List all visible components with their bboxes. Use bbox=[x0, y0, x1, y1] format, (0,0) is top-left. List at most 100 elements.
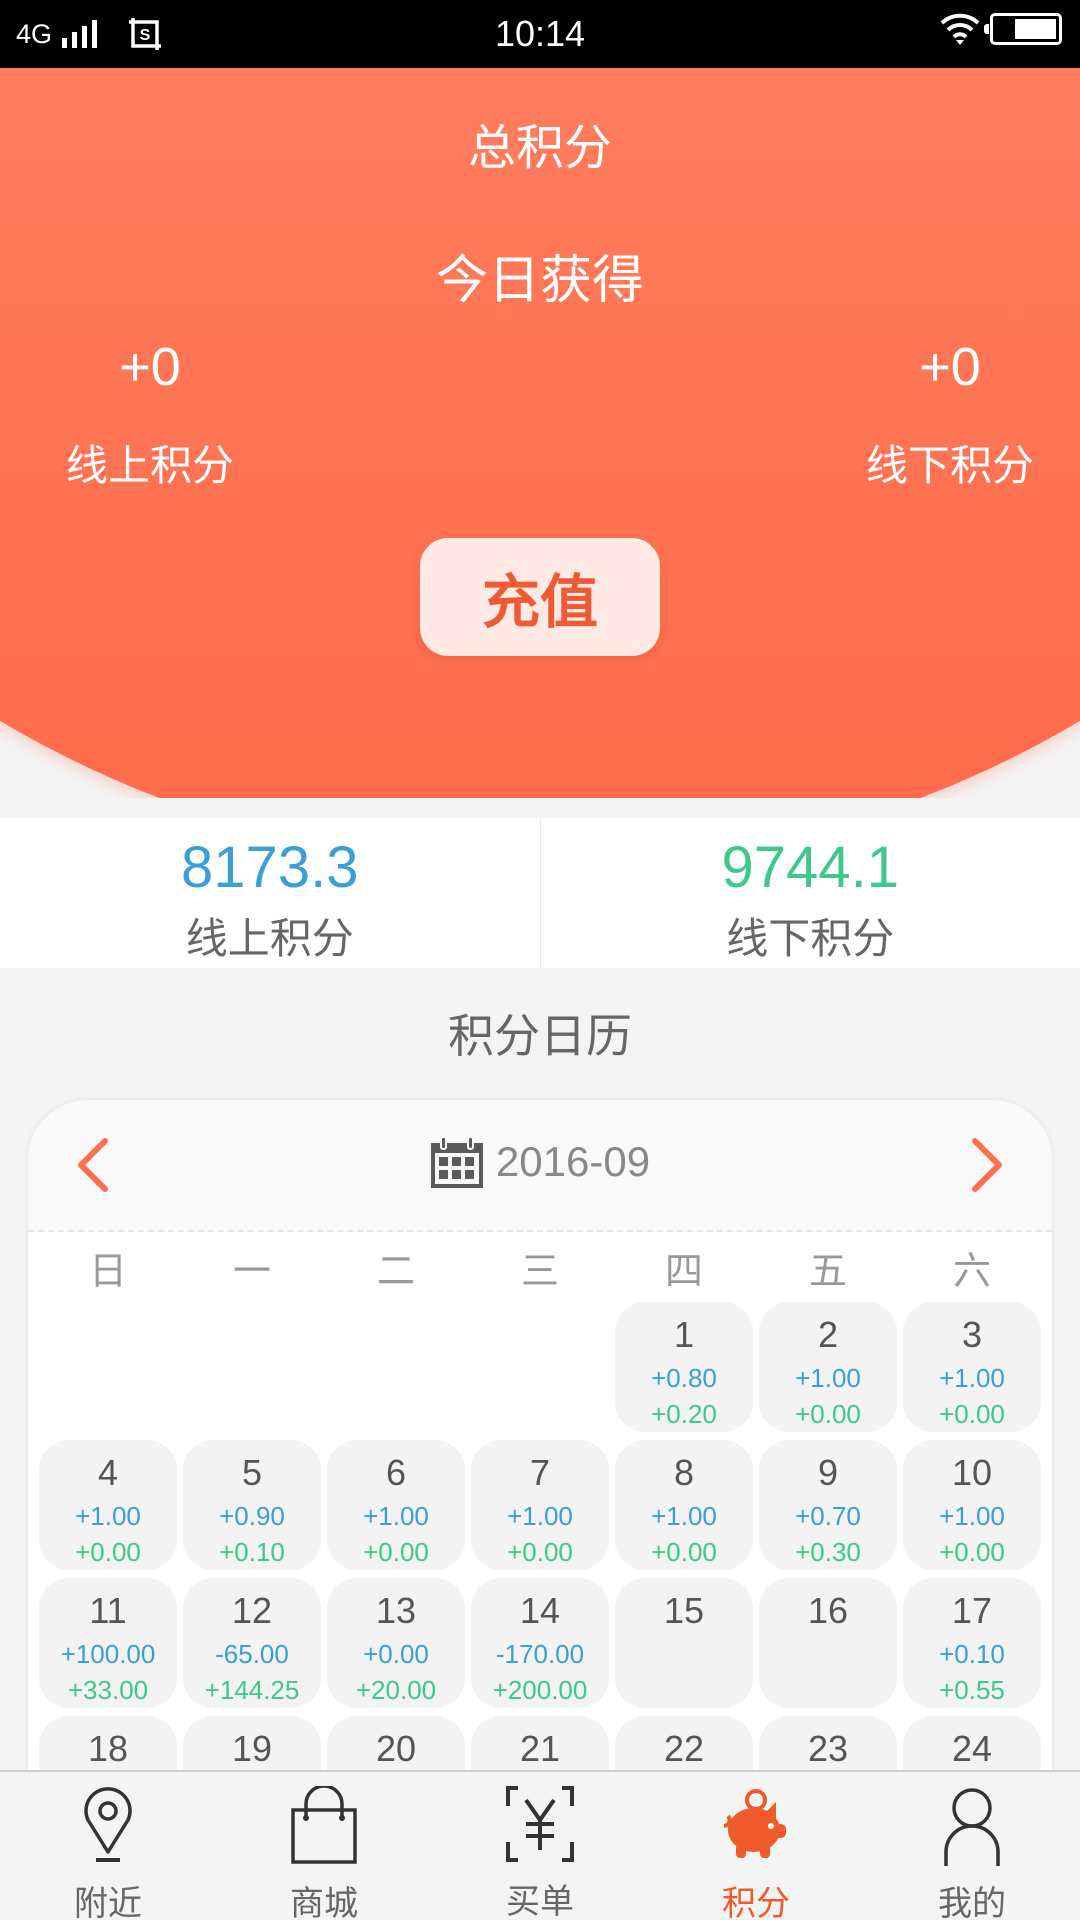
scan-yuan-icon bbox=[506, 1786, 574, 1862]
calendar-day[interactable]: 11 +100.00 +33.00 bbox=[39, 1578, 177, 1708]
day-number: 5 bbox=[241, 1452, 263, 1493]
day-online-points: +1.00 bbox=[939, 1363, 1005, 1393]
today-offline: +0 线下积分 bbox=[820, 336, 1080, 493]
points-calendar: 2016-09 日 一 二 三 四 五 六 1 +0.80 +0.20 2 +1.00 +… bbox=[28, 1100, 1052, 1800]
calendar-blank-cell bbox=[39, 1302, 177, 1432]
tab-mine[interactable]: 我的 bbox=[864, 1772, 1080, 1920]
day-number: 17 bbox=[951, 1590, 993, 1631]
day-online-points: +0.00 bbox=[363, 1639, 429, 1669]
online-points-total[interactable]: 8173.3 线上积分 bbox=[0, 818, 540, 968]
weekday-thu: 四 bbox=[664, 1250, 703, 1293]
calendar-blank-cell bbox=[183, 1302, 321, 1432]
calendar-day[interactable]: 6 +1.00 +0.00 bbox=[327, 1440, 465, 1570]
online-points-value: 8173.3 bbox=[181, 835, 359, 900]
online-points-label: 线上积分 bbox=[185, 915, 354, 962]
chevron-right-icon bbox=[972, 1138, 1002, 1192]
day-offline-points: +0.10 bbox=[219, 1537, 285, 1567]
calendar-day[interactable]: 4 +1.00 +0.00 bbox=[39, 1440, 177, 1570]
piggy-bank-icon bbox=[723, 1789, 786, 1858]
calendar-day[interactable]: 12 -65.00 +144.25 bbox=[183, 1578, 321, 1708]
weekday-sun: 日 bbox=[88, 1250, 127, 1293]
day-offline-points: +0.30 bbox=[795, 1537, 861, 1567]
day-number: 23 bbox=[807, 1728, 849, 1769]
calendar-day[interactable]: 2 +1.00 +0.00 bbox=[759, 1302, 897, 1432]
day-offline-points: +0.00 bbox=[651, 1537, 717, 1567]
calendar-day[interactable]: 15 bbox=[615, 1578, 753, 1708]
day-offline-points: +144.25 bbox=[204, 1675, 300, 1705]
day-number: 1 bbox=[673, 1314, 695, 1355]
day-number: 6 bbox=[385, 1452, 407, 1493]
calendar-day[interactable]: 9 +0.70 +0.30 bbox=[759, 1440, 897, 1570]
day-offline-points: +0.55 bbox=[939, 1675, 1005, 1705]
calendar-blank-cell bbox=[471, 1302, 609, 1432]
day-number: 15 bbox=[663, 1590, 705, 1631]
clock: 10:14 bbox=[494, 13, 586, 54]
calendar-blank-cell bbox=[327, 1302, 465, 1432]
day-number: 4 bbox=[97, 1452, 119, 1493]
day-number: 20 bbox=[375, 1728, 417, 1769]
day-offline-points: +0.00 bbox=[939, 1537, 1005, 1567]
tab-points[interactable]: 积分 bbox=[648, 1772, 864, 1920]
shopping-bag-icon bbox=[291, 1786, 357, 1864]
tab-mall[interactable]: 商城 bbox=[216, 1772, 432, 1920]
user-icon bbox=[944, 1788, 1000, 1866]
location-pin-icon bbox=[84, 1787, 132, 1862]
offline-points-label: 线下积分 bbox=[726, 915, 895, 962]
calendar-day[interactable]: 3 +1.00 +0.00 bbox=[903, 1302, 1041, 1432]
calendar-day[interactable]: 10 +1.00 +0.00 bbox=[903, 1440, 1041, 1570]
day-number: 24 bbox=[951, 1728, 993, 1769]
day-number: 9 bbox=[817, 1452, 839, 1493]
today-online-label: 线上积分 bbox=[65, 442, 234, 489]
calendar-day[interactable]: 16 bbox=[759, 1578, 897, 1708]
today-online: +0 线上积分 bbox=[20, 336, 280, 493]
day-online-points: +0.70 bbox=[795, 1501, 861, 1531]
today-online-value: +0 bbox=[119, 337, 181, 397]
day-number: 8 bbox=[673, 1452, 695, 1493]
tab-mine-label: 我的 bbox=[938, 1885, 1006, 1920]
day-online-points: +0.80 bbox=[651, 1363, 717, 1393]
calendar-day[interactable]: 7 +1.00 +0.00 bbox=[471, 1440, 609, 1570]
calendar-day[interactable]: 1 +0.80 +0.20 bbox=[615, 1302, 753, 1432]
day-offline-points: +33.00 bbox=[67, 1675, 149, 1705]
day-online-points: +100.00 bbox=[60, 1639, 156, 1669]
day-number: 13 bbox=[375, 1590, 417, 1631]
points-totals: 8173.3 线上积分 9744.1 线下积分 bbox=[0, 818, 1080, 968]
day-number: 16 bbox=[807, 1590, 849, 1631]
next-month-button[interactable] bbox=[952, 1130, 1022, 1200]
day-number: 7 bbox=[529, 1452, 551, 1493]
recharge-button[interactable]: 充值 bbox=[420, 538, 660, 656]
calendar-icon bbox=[430, 1136, 483, 1188]
day-offline-points: +0.00 bbox=[363, 1537, 429, 1567]
offline-points-value: 9744.1 bbox=[721, 835, 899, 900]
points-header: 总积分 今日获得 +0 线上积分 +0 线下积分 充值 bbox=[0, 68, 1080, 798]
day-number: 10 bbox=[951, 1452, 993, 1493]
status-right bbox=[940, 12, 1062, 46]
day-number: 2 bbox=[817, 1314, 839, 1355]
weekday-fri: 五 bbox=[808, 1250, 847, 1293]
weekday-wed: 三 bbox=[520, 1250, 559, 1293]
day-online-points: +1.00 bbox=[795, 1363, 861, 1393]
current-month: 2016-09 bbox=[495, 1138, 651, 1185]
day-number: 22 bbox=[663, 1728, 705, 1769]
day-online-points: +1.00 bbox=[363, 1501, 429, 1531]
calendar-day[interactable]: 17 +0.10 +0.55 bbox=[903, 1578, 1041, 1708]
calendar-day[interactable]: 5 +0.90 +0.10 bbox=[183, 1440, 321, 1570]
tab-nearby[interactable]: 附近 bbox=[0, 1772, 216, 1920]
calendar-day[interactable]: 8 +1.00 +0.00 bbox=[615, 1440, 753, 1570]
day-online-points: +0.10 bbox=[939, 1639, 1005, 1669]
tab-points-label: 积分 bbox=[722, 1885, 790, 1920]
day-online-points: +1.00 bbox=[939, 1501, 1005, 1531]
day-number: 18 bbox=[87, 1728, 129, 1769]
tab-pay[interactable]: 买单 bbox=[432, 1770, 648, 1920]
calendar-day[interactable]: 13 +0.00 +20.00 bbox=[327, 1578, 465, 1708]
day-online-points: +1.00 bbox=[507, 1501, 573, 1531]
weekday-row: 日 一 二 三 四 五 六 bbox=[28, 1232, 1052, 1302]
offline-points-total[interactable]: 9744.1 线下积分 bbox=[539, 818, 1080, 968]
month-selector[interactable]: 2016-09 bbox=[28, 1136, 1052, 1188]
wifi-icon bbox=[940, 13, 980, 45]
total-points-title: 总积分 bbox=[467, 122, 612, 175]
day-number: 19 bbox=[231, 1728, 273, 1769]
day-number: 11 bbox=[89, 1590, 127, 1631]
battery-icon bbox=[984, 13, 1062, 45]
calendar-day[interactable]: 14 -170.00 +200.00 bbox=[471, 1578, 609, 1708]
